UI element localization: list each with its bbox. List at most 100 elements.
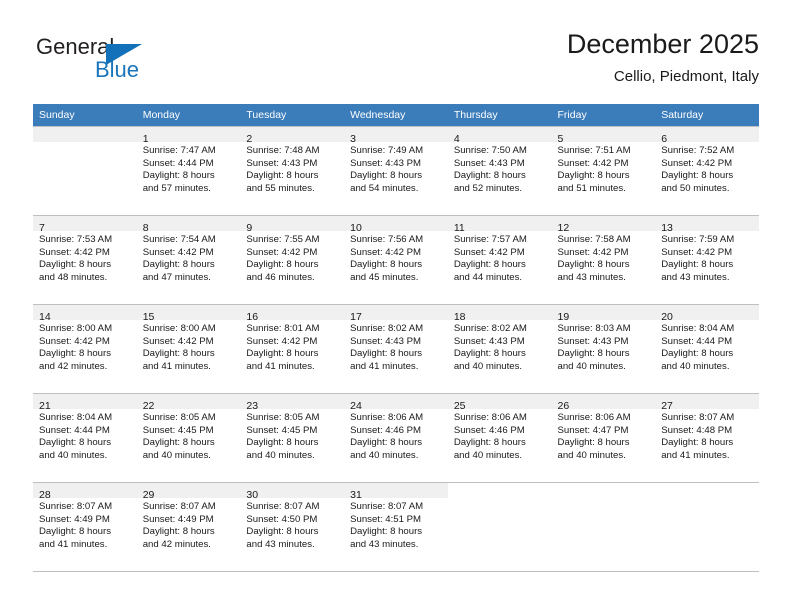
daylight-text-line1: Daylight: 8 hours — [246, 259, 319, 271]
sunset-text: Sunset: 4:42 PM — [246, 335, 318, 347]
weekday-header-tuesday: Tuesday — [240, 104, 345, 127]
daylight-text-line2: and 44 minutes. — [453, 271, 523, 283]
sunrise-text: Sunrise: 7:47 AM — [142, 145, 216, 156]
calendar-day-cell[interactable]: 9 Sunrise: 7:55 AM Sunset: 4:42 PM Daylight… — [240, 215, 345, 305]
day-details: Sunrise: 7:58 AM Sunset: 4:42 PM Daylight:… — [552, 231, 656, 284]
calendar-day-cell[interactable]: 20 Sunrise: 8:04 AM Sunset: 4:44 PM Dayligh… — [655, 304, 759, 394]
calendar-day-cell[interactable]: 28 Sunrise: 8:07 AM Sunset: 4:49 PM Dayligh… — [33, 482, 137, 572]
calendar-day-cell[interactable]: 5 Sunrise: 7:51 AM Sunset: 4:42 PM Daylight… — [551, 126, 656, 216]
sunset-text: Sunset: 4:50 PM — [246, 513, 318, 525]
daylight-text-line1: Daylight: 8 hours — [557, 170, 630, 182]
day-details: Sunrise: 8:00 AM Sunset: 4:42 PM Daylight:… — [33, 320, 137, 373]
sunrise-text: Sunrise: 7:55 AM — [246, 234, 320, 245]
calendar-day-cell[interactable]: 11 Sunrise: 7:57 AM Sunset: 4:42 PM Dayligh… — [447, 215, 552, 305]
daylight-text-line2: and 47 minutes. — [142, 271, 211, 283]
day-cell-inner: 21 Sunrise: 8:04 AM Sunset: 4:44 PM Dayligh… — [33, 394, 137, 482]
day-details — [552, 498, 656, 501]
calendar-day-cell[interactable]: 27 Sunrise: 8:07 AM Sunset: 4:48 PM Dayligh… — [655, 393, 759, 483]
sunrise-text: Sunrise: 7:51 AM — [557, 145, 631, 156]
daylight-text-line2: and 40 minutes. — [142, 449, 211, 461]
calendar-day-cell[interactable]: 16 Sunrise: 8:01 AM Sunset: 4:42 PM Dayligh… — [240, 304, 345, 394]
sunrise-text: Sunrise: 7:50 AM — [453, 145, 527, 156]
day-number: 10 — [350, 222, 362, 234]
day-cell-inner: 13 Sunrise: 7:59 AM Sunset: 4:42 PM Dayligh… — [655, 216, 759, 304]
calendar-day-cell[interactable]: 13 Sunrise: 7:59 AM Sunset: 4:42 PM Dayligh… — [655, 215, 759, 305]
day-cell-inner: 6 Sunrise: 7:52 AM Sunset: 4:42 PM Daylight… — [655, 127, 759, 215]
day-details: Sunrise: 8:02 AM Sunset: 4:43 PM Daylight:… — [448, 320, 552, 373]
daylight-text-line1: Daylight: 8 hours — [142, 526, 215, 538]
sunset-text: Sunset: 4:44 PM — [142, 157, 214, 169]
calendar-day-cell[interactable]: 26 Sunrise: 8:06 AM Sunset: 4:47 PM Dayligh… — [551, 393, 656, 483]
day-number-strip: 2 — [240, 127, 345, 145]
day-cell-inner: 12 Sunrise: 7:58 AM Sunset: 4:42 PM Dayligh… — [551, 216, 656, 304]
day-details: Sunrise: 8:03 AM Sunset: 4:43 PM Daylight:… — [552, 320, 656, 373]
sunset-text: Sunset: 4:42 PM — [142, 246, 214, 258]
day-cell-inner: 20 Sunrise: 8:04 AM Sunset: 4:44 PM Dayligh… — [655, 305, 759, 393]
day-cell-inner: 7 Sunrise: 7:53 AM Sunset: 4:42 PM Daylight… — [33, 216, 137, 304]
calendar-day-cell[interactable]: 25 Sunrise: 8:06 AM Sunset: 4:46 PM Dayligh… — [447, 393, 552, 483]
day-number-strip: 5 — [551, 127, 656, 145]
day-details: Sunrise: 8:04 AM Sunset: 4:44 PM Daylight:… — [33, 409, 137, 462]
general-blue-logo[interactable]: General Blue — [33, 34, 213, 90]
calendar-day-cell[interactable]: 19 Sunrise: 8:03 AM Sunset: 4:43 PM Dayligh… — [551, 304, 656, 394]
calendar-day-cell[interactable]: 2 Sunrise: 7:48 AM Sunset: 4:43 PM Daylight… — [240, 126, 345, 216]
day-number-strip: 12 — [551, 216, 656, 234]
day-number-strip: 28 — [33, 483, 137, 501]
day-number-strip: 8 — [136, 216, 241, 234]
calendar-day-cell[interactable]: 10 Sunrise: 7:56 AM Sunset: 4:42 PM Dayligh… — [344, 215, 448, 305]
day-cell-inner: 8 Sunrise: 7:54 AM Sunset: 4:42 PM Daylight… — [136, 216, 241, 304]
day-details: Sunrise: 7:47 AM Sunset: 4:44 PM Daylight:… — [137, 142, 241, 195]
day-details: Sunrise: 7:51 AM Sunset: 4:42 PM Daylight:… — [552, 142, 656, 195]
day-number: 29 — [142, 489, 155, 501]
calendar-day-cell[interactable]: 12 Sunrise: 7:58 AM Sunset: 4:42 PM Dayligh… — [551, 215, 656, 305]
sunrise-text: Sunrise: 8:01 AM — [246, 323, 320, 334]
sunset-text: Sunset: 4:45 PM — [142, 424, 214, 436]
calendar-day-cell[interactable]: 1 Sunrise: 7:47 AM Sunset: 4:44 PM Daylight… — [136, 126, 241, 216]
calendar-day-cell[interactable]: 30 Sunrise: 8:07 AM Sunset: 4:50 PM Dayligh… — [240, 482, 345, 572]
sunrise-text: Sunrise: 7:56 AM — [350, 234, 424, 245]
sunrise-text: Sunrise: 8:06 AM — [557, 412, 631, 423]
calendar-day-cell[interactable]: 31 Sunrise: 8:07 AM Sunset: 4:51 PM Dayligh… — [344, 482, 448, 572]
calendar-grid: Sunday Monday Tuesday Wednesday Thursday Frid… — [33, 104, 759, 572]
calendar-day-cell[interactable]: 18 Sunrise: 8:02 AM Sunset: 4:43 PM Dayligh… — [447, 304, 552, 394]
day-number-strip: 22 — [136, 394, 241, 412]
sunset-text: Sunset: 4:42 PM — [661, 157, 733, 169]
calendar-day-cell[interactable]: 6 Sunrise: 7:52 AM Sunset: 4:42 PM Daylight… — [655, 126, 759, 216]
page-subtitle: Cellio, Piedmont, Italy — [613, 68, 759, 85]
day-details: Sunrise: 7:59 AM Sunset: 4:42 PM Daylight:… — [655, 231, 759, 284]
sunrise-text: Sunrise: 7:54 AM — [142, 234, 216, 245]
sunrise-text: Sunrise: 8:07 AM — [246, 501, 320, 512]
calendar-day-cell[interactable]: 22 Sunrise: 8:05 AM Sunset: 4:45 PM Dayligh… — [136, 393, 241, 483]
calendar-day-cell[interactable]: 4 Sunrise: 7:50 AM Sunset: 4:43 PM Daylight… — [447, 126, 552, 216]
daylight-text-line2: and 40 minutes. — [246, 449, 315, 461]
calendar-day-cell[interactable]: 23 Sunrise: 8:05 AM Sunset: 4:45 PM Dayligh… — [240, 393, 345, 483]
calendar-day-cell[interactable]: 15 Sunrise: 8:00 AM Sunset: 4:42 PM Dayligh… — [136, 304, 241, 394]
calendar-day-cell[interactable]: 14 Sunrise: 8:00 AM Sunset: 4:42 PM Dayligh… — [33, 304, 137, 394]
page-title: December 2025 — [566, 29, 759, 59]
sunrise-text: Sunrise: 8:07 AM — [142, 501, 216, 512]
day-cell-inner: 24 Sunrise: 8:06 AM Sunset: 4:46 PM Dayligh… — [344, 394, 448, 482]
page-header: General Blue December 2025 Cellio, Piedm… — [33, 28, 759, 98]
sunset-text: Sunset: 4:44 PM — [39, 424, 110, 436]
calendar-day-cell[interactable]: 17 Sunrise: 8:02 AM Sunset: 4:43 PM Dayligh… — [344, 304, 448, 394]
calendar-day-cell[interactable]: 3 Sunrise: 7:49 AM Sunset: 4:43 PM Daylight… — [344, 126, 448, 216]
day-details: Sunrise: 8:02 AM Sunset: 4:43 PM Daylight:… — [344, 320, 448, 373]
weekday-header-sunday: Sunday — [33, 104, 137, 127]
daylight-text-line1: Daylight: 8 hours — [350, 348, 423, 360]
daylight-text-line2: and 54 minutes. — [350, 182, 419, 194]
calendar-day-cell[interactable]: 24 Sunrise: 8:06 AM Sunset: 4:46 PM Dayligh… — [344, 393, 448, 483]
day-details: Sunrise: 7:56 AM Sunset: 4:42 PM Daylight:… — [344, 231, 448, 284]
sunrise-text: Sunrise: 7:59 AM — [661, 234, 735, 245]
day-details: Sunrise: 8:04 AM Sunset: 4:44 PM Daylight:… — [655, 320, 759, 373]
day-details: Sunrise: 8:06 AM Sunset: 4:46 PM Daylight:… — [448, 409, 552, 462]
day-number: 22 — [142, 400, 155, 412]
calendar-week-row: 14 Sunrise: 8:00 AM Sunset: 4:42 PM Dayligh… — [33, 304, 759, 394]
day-details: Sunrise: 8:07 AM Sunset: 4:50 PM Daylight:… — [240, 498, 344, 551]
calendar-day-cell[interactable]: 8 Sunrise: 7:54 AM Sunset: 4:42 PM Daylight… — [136, 215, 241, 305]
day-cell-inner: 15 Sunrise: 8:00 AM Sunset: 4:42 PM Dayligh… — [136, 305, 241, 393]
day-details: Sunrise: 7:49 AM Sunset: 4:43 PM Daylight:… — [344, 142, 448, 195]
calendar-day-cell[interactable]: 29 Sunrise: 8:07 AM Sunset: 4:49 PM Dayligh… — [136, 482, 241, 572]
calendar-day-cell[interactable]: 7 Sunrise: 7:53 AM Sunset: 4:42 PM Daylight… — [33, 215, 137, 305]
calendar-day-cell[interactable]: 21 Sunrise: 8:04 AM Sunset: 4:44 PM Dayligh… — [33, 393, 137, 483]
calendar-empty-cell — [655, 482, 759, 572]
